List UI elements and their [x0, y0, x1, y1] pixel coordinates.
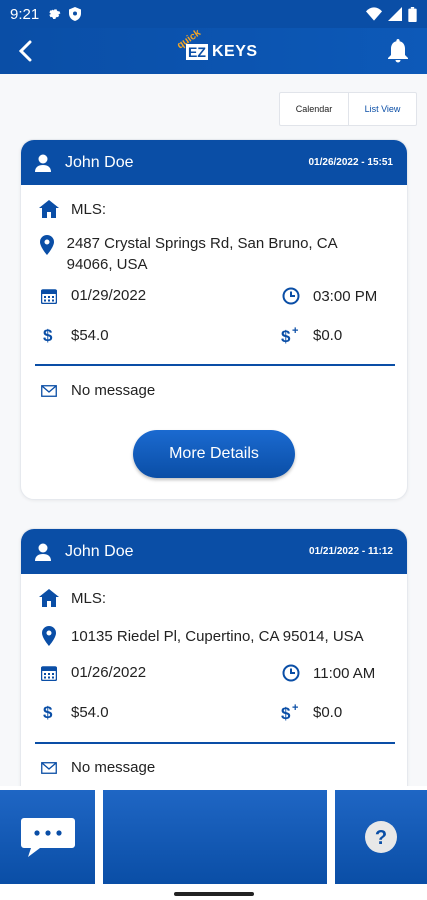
svg-text:$: $ [43, 703, 53, 722]
app-bar: quick EZ KEYS [0, 28, 427, 74]
mls-row: MLS: [37, 589, 106, 607]
address-text: 2487 Crystal Springs Rd, San Bruno, CA 9… [66, 235, 337, 273]
chat-button[interactable] [0, 790, 95, 884]
bottom-nav: ? [0, 786, 427, 888]
help-icon: ? [365, 821, 397, 853]
appointment-date: 01/26/2022 [71, 664, 147, 681]
address-row: 10135 Riedel Pl, Cupertino, CA 95014, US… [37, 626, 364, 646]
home-button[interactable] [103, 790, 327, 884]
client-name: John Doe [65, 542, 134, 560]
booking-timestamp: 01/21/2022 - 11:12 [309, 546, 393, 557]
shield-icon [69, 7, 82, 21]
home-gesture-pill[interactable] [174, 892, 254, 896]
help-label: ? [375, 827, 387, 849]
help-button[interactable]: ? [335, 790, 427, 884]
card-divider [35, 364, 395, 366]
mls-row: MLS: [37, 200, 106, 218]
system-nav-bar [0, 888, 427, 900]
list-view-button[interactable]: List View [348, 93, 416, 125]
notifications-button[interactable] [381, 34, 415, 68]
message-text: No message [71, 382, 156, 399]
clock-icon [282, 664, 300, 682]
svg-text:+: + [292, 325, 298, 337]
fee-amount: $54.0 [71, 703, 109, 721]
status-bar: 9:21 [0, 0, 427, 28]
app-logo: quick EZ KEYS [175, 28, 258, 70]
calendar-icon [41, 288, 57, 304]
logo-ez-text: EZ [186, 44, 208, 60]
extra-fee-row: $ + $0.0 [279, 325, 342, 345]
card-divider [35, 742, 395, 744]
envelope-icon [41, 384, 57, 397]
extra-fee-row: $ + $0.0 [279, 702, 342, 722]
back-button[interactable] [8, 34, 42, 68]
mls-label: MLS: [71, 589, 107, 607]
fee-row: $ $54.0 [37, 325, 109, 345]
view-toggle: Calendar List View [279, 92, 417, 126]
time-row: 03:00 PM [279, 287, 377, 305]
fee-row: $ $54.0 [37, 702, 109, 722]
battery-icon [408, 6, 417, 22]
client-name: John Doe [65, 153, 134, 171]
svg-text:$: $ [43, 326, 53, 345]
bell-icon [388, 39, 408, 63]
dollar-plus-icon: $ + [281, 325, 298, 345]
appointment-date: 01/29/2022 [71, 287, 147, 304]
signal-icon [388, 7, 402, 21]
svg-text:+: + [292, 702, 298, 714]
extra-fee-amount: $0.0 [313, 703, 343, 721]
status-time: 9:21 [10, 5, 40, 23]
time-row: 11:00 AM [279, 664, 375, 682]
appointment-time: 11:00 AM [313, 664, 376, 682]
location-pin-icon [39, 235, 54, 255]
booking-timestamp: 01/26/2022 - 15:51 [308, 157, 393, 168]
extra-fee-amount: $0.0 [313, 326, 343, 344]
svg-text:$: $ [281, 704, 291, 722]
chat-bubble-icon [20, 818, 75, 857]
clock-icon [282, 287, 300, 305]
dollar-plus-icon: $ + [281, 702, 298, 722]
envelope-icon [41, 761, 57, 774]
wifi-icon [366, 7, 382, 21]
address-row: 2487 Crystal Springs Rd, San Bruno, CA 9… [37, 233, 357, 275]
fee-amount: $54.0 [71, 326, 109, 344]
house-icon [39, 200, 59, 218]
calendar-icon [41, 665, 57, 681]
appointment-card: John Doe 01/26/2022 - 15:51 MLS: 2487 Cr… [20, 139, 408, 500]
user-icon [35, 154, 51, 172]
appointment-card: John Doe 01/21/2022 - 11:12 MLS: 10135 R… [20, 528, 408, 808]
message-row: No message [37, 382, 155, 399]
chevron-left-icon [18, 40, 32, 62]
svg-text:$: $ [281, 327, 291, 345]
date-row: 01/26/2022 [37, 664, 146, 681]
dollar-icon: $ [43, 703, 53, 722]
mls-label: MLS: [71, 200, 107, 218]
address-text: 10135 Riedel Pl, Cupertino, CA 95014, US… [71, 627, 364, 645]
appointment-time: 03:00 PM [313, 287, 378, 305]
settings-gear-icon [49, 9, 61, 19]
house-icon [39, 589, 59, 607]
user-icon [35, 543, 51, 561]
location-pin-icon [42, 626, 56, 646]
date-row: 01/29/2022 [37, 287, 146, 304]
message-row: No message [37, 759, 155, 776]
calendar-view-button[interactable]: Calendar [280, 93, 348, 125]
logo-keys-text: KEYS [212, 43, 258, 60]
message-text: No message [71, 759, 156, 776]
dollar-icon: $ [43, 326, 53, 345]
card-header: John Doe 01/21/2022 - 11:12 [21, 529, 407, 574]
card-header: John Doe 01/26/2022 - 15:51 [21, 140, 407, 185]
more-details-button[interactable]: More Details [133, 430, 295, 478]
